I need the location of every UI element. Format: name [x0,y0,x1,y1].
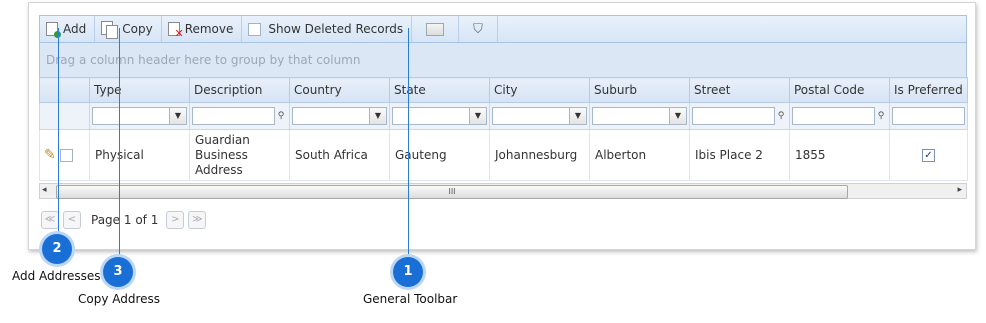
cell-country: South Africa [289,129,390,181]
column-chooser-icon [426,22,445,36]
callout-label-add-addresses: Add Addresses [12,269,101,283]
header-street[interactable]: Street [689,77,790,103]
header-type[interactable]: Type [89,77,190,103]
show-deleted-toggle[interactable]: Show Deleted Records [242,16,413,42]
callout-badge-3: 3 [103,257,133,287]
callout-line-toolbar [408,28,409,258]
add-record-icon [46,22,61,38]
prev-page-button[interactable]: < [63,211,81,229]
table-row[interactable]: ✎ Physical Guardian Business Address Sou… [39,129,968,181]
edit-pencil-icon[interactable]: ✎ [44,147,56,163]
copy-icon [101,21,119,39]
address-grid-panel: Add Copy Remove Show Deleted Records ⛉ D… [28,2,976,250]
header-country[interactable]: Country [289,77,390,103]
address-grid: Type Description Country State City Subu… [39,77,968,181]
group-panel[interactable]: Drag a column header here to group by th… [39,43,967,77]
callout-badge-2: 2 [42,234,72,264]
cell-postal-code: 1855 [789,129,890,181]
header-description[interactable]: Description [189,77,290,103]
filter-icon: ⛉ [473,21,483,37]
horizontal-scrollbar[interactable]: ◂ III ▸ [39,183,967,199]
row-select-cell: ✎ [39,129,90,181]
filter-state-dropdown[interactable]: ▼ [392,107,487,125]
cell-state: Gauteng [389,129,490,181]
next-page-button[interactable]: > [166,211,185,229]
callout-line-copy [119,28,120,258]
filter-is-preferred-input[interactable] [892,107,965,125]
pager: ≪ < Page 1 of 1 > ≫ [39,199,967,241]
callout-label-general-toolbar: General Toolbar [363,292,458,306]
header-row: Type Description Country State City Subu… [39,77,968,103]
copy-label: Copy [122,22,153,36]
show-deleted-label: Show Deleted Records [268,22,404,36]
filter-city-dropdown[interactable]: ▼ [492,107,587,125]
is-preferred-checkbox[interactable]: ✓ [922,148,935,162]
first-page-button[interactable]: ≪ [41,211,59,229]
header-state[interactable]: State [389,77,490,103]
cell-suburb: Alberton [589,129,690,181]
filter-pin-icon[interactable]: ⚲ [875,111,887,121]
header-postal-code[interactable]: Postal Code [789,77,890,103]
header-suburb[interactable]: Suburb [589,77,690,103]
filter-select-cell [39,102,90,130]
page-indicator: Page 1 of 1 [91,213,159,227]
cell-description: Guardian Business Address [189,129,290,181]
header-city[interactable]: City [489,77,590,103]
show-deleted-checkbox[interactable] [248,22,262,36]
chevron-down-icon[interactable]: ▼ [469,108,486,124]
callout-line-add [58,28,59,234]
scrollbar-thumb[interactable]: III [56,185,848,199]
chevron-down-icon[interactable]: ▼ [169,108,186,124]
remove-button[interactable]: Remove [162,16,243,42]
header-is-preferred[interactable]: Is Preferred [889,77,968,103]
filter-suburb-dropdown[interactable]: ▼ [592,107,687,125]
remove-label: Remove [184,22,234,36]
column-chooser-button[interactable] [412,16,460,42]
general-toolbar: Add Copy Remove Show Deleted Records ⛉ [39,15,967,43]
copy-button[interactable]: Copy [95,16,162,42]
filter-type-dropdown[interactable]: ▼ [92,107,187,125]
filter-button[interactable]: ⛉ [459,16,498,42]
cell-type: Physical [89,129,190,181]
row-checkbox[interactable] [59,149,73,162]
filter-description-input[interactable] [192,107,275,125]
filter-pin-icon[interactable]: ⚲ [275,111,287,121]
filter-postal-code-input[interactable] [792,107,875,125]
filter-pin-icon[interactable]: ⚲ [775,111,787,121]
chevron-down-icon[interactable]: ▼ [669,108,686,124]
cell-city: Johannesburg [489,129,590,181]
chevron-down-icon[interactable]: ▼ [569,108,586,124]
filter-row: ▼ ⚲ ▼ ▼ ▼ ▼ ⚲ ⚲ [39,102,968,130]
filter-country-dropdown[interactable]: ▼ [292,107,387,125]
add-label: Add [63,22,87,36]
remove-record-icon [167,22,184,40]
add-button[interactable]: Add [40,16,96,42]
cell-is-preferred: ✓ [889,129,968,181]
header-select [39,77,90,103]
filter-street-input[interactable] [692,107,775,125]
callout-badge-1: 1 [393,257,423,287]
last-page-button[interactable]: ≫ [188,211,207,229]
chevron-down-icon[interactable]: ▼ [369,108,386,124]
scroll-right-icon[interactable]: ▸ [957,185,962,195]
callout-label-copy-address: Copy Address [78,292,161,306]
scroll-left-icon[interactable]: ◂ [42,185,47,195]
cell-street: Ibis Place 2 [689,129,790,181]
